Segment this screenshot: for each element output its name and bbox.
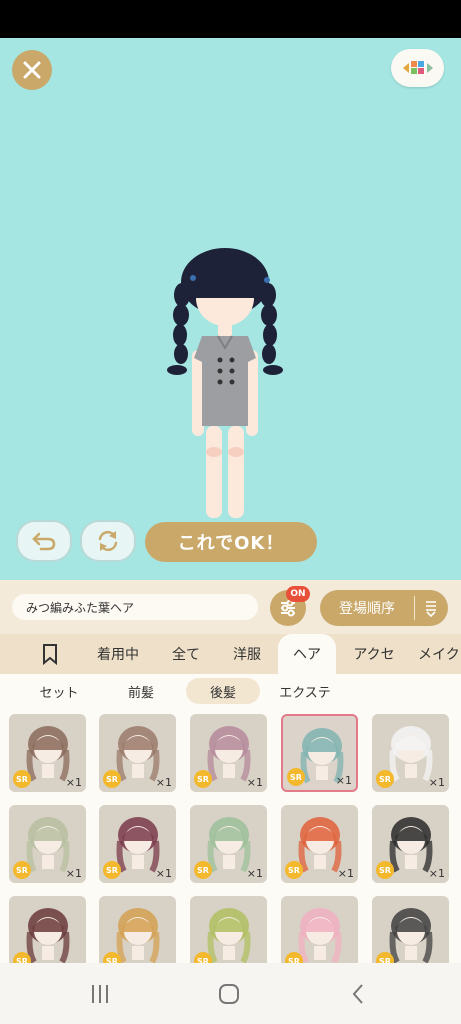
hair-item-tile[interactable]: SR ×1 <box>99 714 176 792</box>
subtab-back-hair[interactable]: 後髪 <box>186 678 260 704</box>
item-count: ×1 <box>246 776 263 789</box>
tab-bookmark[interactable] <box>30 634 70 674</box>
hair-item-tile[interactable]: SR ×1 <box>190 805 267 883</box>
hair-preview-icon <box>207 908 251 963</box>
home-icon[interactable] <box>215 980 243 1008</box>
item-count: ×1 <box>335 774 352 787</box>
rarity-badge: SR <box>285 952 303 963</box>
bookmark-icon <box>43 644 57 665</box>
palette-icon <box>402 61 433 74</box>
item-count: ×1 <box>155 776 172 789</box>
hair-preview-icon <box>298 908 342 963</box>
hair-item-tile[interactable]: SR ×1 <box>281 805 358 883</box>
rarity-badge: SR <box>194 861 212 879</box>
item-count: ×1 <box>155 867 172 880</box>
hair-item-tile[interactable]: SR <box>372 896 449 963</box>
recents-icon[interactable] <box>86 980 114 1008</box>
undo-icon <box>32 532 56 551</box>
item-count: ×1 <box>337 867 354 880</box>
rarity-badge: SR <box>103 770 121 788</box>
item-grid: SR ×1 SR ×1 SR ×1 SR ×1 SR ×1 SR ×1 SR ×1 SR ×1 SR ×1 SR ×1… <box>0 706 461 963</box>
item-count: ×1 <box>246 867 263 880</box>
rarity-badge: SR <box>13 770 31 788</box>
hair-preview-icon <box>389 908 433 963</box>
status-bar <box>0 0 461 38</box>
rotate-icon <box>98 530 118 552</box>
sort-icon[interactable] <box>415 599 447 617</box>
rarity-badge: SR <box>13 861 31 879</box>
item-count: ×1 <box>428 867 445 880</box>
rarity-badge: SR <box>194 770 212 788</box>
undo-button[interactable] <box>16 520 72 562</box>
tab-hair[interactable]: ヘア <box>278 634 336 674</box>
hair-item-tile[interactable]: SR ×1 <box>9 805 86 883</box>
item-count: ×1 <box>65 867 82 880</box>
rarity-badge: SR <box>287 768 305 786</box>
hair-item-tile[interactable]: SR ×1 <box>372 805 449 883</box>
hair-item-tile[interactable]: SR <box>281 896 358 963</box>
close-icon <box>23 61 41 79</box>
filter-on-badge: ON <box>286 586 310 602</box>
rotate-button[interactable] <box>80 520 136 562</box>
rarity-badge: SR <box>103 952 121 963</box>
item-count: ×1 <box>428 776 445 789</box>
hair-item-tile[interactable]: SR ×1 <box>281 714 358 792</box>
hair-item-tile[interactable]: SR <box>99 896 176 963</box>
confirm-ok-button[interactable]: これでOK！ <box>145 522 317 562</box>
rarity-badge: SR <box>376 770 394 788</box>
rarity-badge: SR <box>376 952 394 963</box>
hair-preview-icon <box>26 908 70 963</box>
close-button[interactable] <box>12 50 52 90</box>
rarity-badge: SR <box>103 861 121 879</box>
rarity-badge: SR <box>194 952 212 963</box>
sort-button[interactable]: 登場順序 <box>320 590 448 626</box>
sort-label: 登場順序 <box>339 601 395 617</box>
item-count: ×1 <box>65 776 82 789</box>
hair-item-tile[interactable]: SR <box>9 896 86 963</box>
subtab-front-hair[interactable]: 前髪 <box>110 678 172 704</box>
subtab-extensions[interactable]: エクステ <box>270 678 340 704</box>
tab-makeup[interactable]: メイク <box>418 634 461 674</box>
tab-wearing[interactable]: 着用中 <box>88 634 148 674</box>
tab-all[interactable]: 全て <box>162 634 210 674</box>
hair-item-tile[interactable]: SR <box>190 896 267 963</box>
hair-item-tile[interactable]: SR ×1 <box>99 805 176 883</box>
avatar-figure <box>167 248 283 518</box>
tab-clothes[interactable]: 洋服 <box>222 634 272 674</box>
tab-accessories[interactable]: アクセ <box>344 634 404 674</box>
hair-item-tile[interactable]: SR ×1 <box>190 714 267 792</box>
rarity-badge: SR <box>13 952 31 963</box>
hair-item-tile[interactable]: SR ×1 <box>9 714 86 792</box>
subtab-set[interactable]: セット <box>26 678 92 704</box>
rarity-badge: SR <box>376 861 394 879</box>
rarity-badge: SR <box>285 861 303 879</box>
hair-item-tile[interactable]: SR ×1 <box>372 714 449 792</box>
back-icon[interactable] <box>344 980 372 1008</box>
palette-button[interactable] <box>391 49 444 87</box>
hair-preview-icon <box>116 908 160 963</box>
current-item-name: みつ編みふた葉ヘア <box>12 594 258 620</box>
